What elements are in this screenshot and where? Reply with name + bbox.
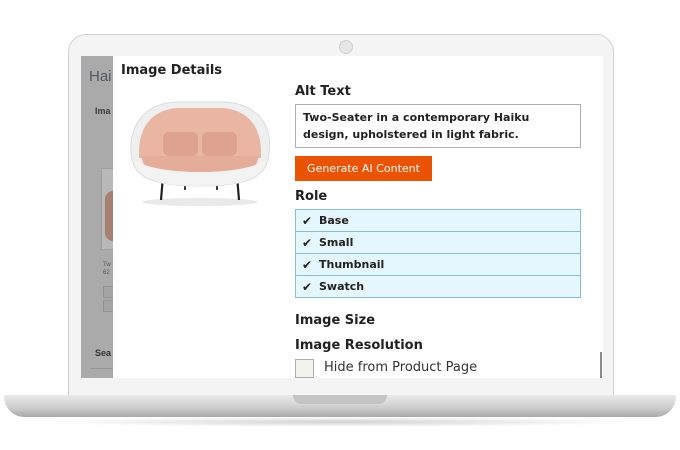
product-image[interactable] — [125, 96, 275, 208]
checkmark-icon: ✔ — [302, 279, 313, 294]
checkmark-icon: ✔ — [302, 235, 313, 250]
hide-from-product-page-checkbox[interactable] — [295, 359, 314, 378]
role-option-label: Small — [319, 236, 354, 249]
checkmark-icon: ✔ — [302, 257, 313, 272]
alt-text-label: Alt Text — [295, 84, 351, 99]
camera-icon — [339, 40, 353, 54]
role-option-thumbnail[interactable]: ✔ Thumbnail — [295, 253, 581, 276]
modal-title: Image Details — [121, 63, 223, 78]
modal-scrollbar[interactable] — [600, 352, 602, 378]
alt-text-field[interactable]: Two-Seater in a contemporary Haiku desig… — [295, 104, 581, 148]
image-resolution-label: Image Resolution — [295, 338, 423, 353]
role-option-small[interactable]: ✔ Small — [295, 231, 581, 254]
role-option-label: Thumbnail — [319, 258, 385, 271]
hide-from-product-page-label: Hide from Product Page — [324, 360, 478, 375]
role-option-base[interactable]: ✔ Base — [295, 209, 581, 232]
role-option-swatch[interactable]: ✔ Swatch — [295, 275, 581, 298]
checkmark-icon: ✔ — [302, 213, 313, 228]
image-size-label: Image Size — [295, 313, 376, 328]
role-list: ✔ Base ✔ Small ✔ Thumbnail ✔ Swatch — [295, 209, 581, 298]
role-option-label: Base — [319, 214, 349, 227]
role-option-label: Swatch — [319, 280, 365, 293]
laptop-screen: Hai Ima Tw 62 Sea Image Details Alt Text… — [81, 56, 603, 378]
generate-ai-content-button[interactable]: Generate AI Content — [295, 156, 432, 181]
role-label: Role — [295, 189, 328, 204]
laptop-shadow — [40, 417, 640, 427]
laptop-opening-notch — [293, 395, 387, 404]
image-details-modal: Image Details Alt Text Two-Seater in a c… — [113, 56, 603, 378]
